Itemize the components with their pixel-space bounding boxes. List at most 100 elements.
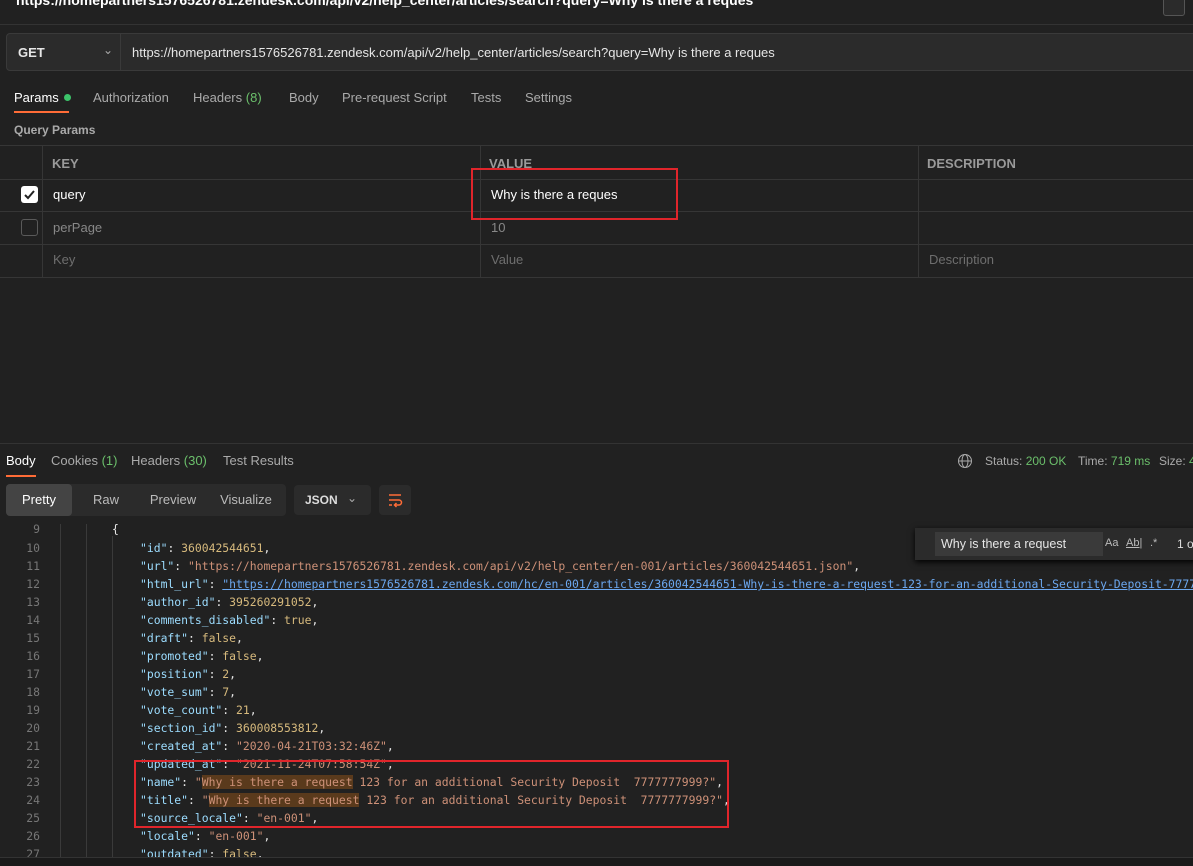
line-number: 24 <box>26 793 40 807</box>
description-header-label: DESCRIPTION <box>927 156 1016 171</box>
format-raw[interactable]: Raw <box>72 484 140 516</box>
format-pretty[interactable]: Pretty <box>6 484 72 516</box>
indent-guide <box>112 536 113 857</box>
code-line: "html_url": "https://homepartners1576526… <box>140 577 1193 591</box>
line-number: 18 <box>26 685 40 699</box>
line-number: 27 <box>26 847 40 857</box>
param-key: query <box>53 187 86 202</box>
params-active-dot <box>63 94 71 101</box>
status-label: Status: <box>985 454 1023 468</box>
find-match-count: 1 of <box>1177 537 1193 551</box>
tab-headers[interactable]: Headers (8) <box>193 90 262 105</box>
globe-icon[interactable] <box>957 453 973 472</box>
tab-prerequest-script[interactable]: Pre-request Script <box>342 90 447 105</box>
param-key-cell[interactable]: query <box>42 178 480 211</box>
tab-settings[interactable]: Settings <box>525 90 572 105</box>
key-placeholder: Key <box>53 252 76 267</box>
url-value: https://homepartners1576526781.zendesk.c… <box>132 45 775 60</box>
regex-icon[interactable]: .* <box>1150 537 1157 549</box>
response-tab-body[interactable]: Body <box>6 453 36 468</box>
code-line: "section_id": 360008553812, <box>140 721 326 735</box>
response-tab-test-results[interactable]: Test Results <box>223 453 294 468</box>
response-tab-cookies-count: (1) <box>101 453 118 468</box>
code-line: "promoted": false, <box>140 649 264 663</box>
chevron-down-icon: ⌄ <box>103 43 114 57</box>
code-line: "vote_sum": 7, <box>140 685 237 699</box>
row-checkbox[interactable] <box>21 219 38 236</box>
highlight-box-name-title <box>134 760 729 828</box>
window-title-strip: https://homepartners1576526781.zendesk.c… <box>0 0 1193 25</box>
row-checkbox[interactable] <box>21 186 38 203</box>
line-number: 12 <box>26 577 40 591</box>
tab-params[interactable]: Params <box>14 90 71 105</box>
param-description-cell[interactable] <box>918 178 1193 211</box>
line-number: 15 <box>26 631 40 645</box>
response-status[interactable]: Status: 200 OK <box>985 454 1066 468</box>
response-size[interactable]: Size: 4 <box>1159 454 1193 468</box>
new-description-cell[interactable]: Description <box>918 244 1193 277</box>
line-number: 16 <box>26 649 40 663</box>
format-preview[interactable]: Preview <box>140 484 206 516</box>
code-line: "comments_disabled": true, <box>140 613 319 627</box>
indent-guide <box>60 524 61 857</box>
tab-tests[interactable]: Tests <box>471 90 501 105</box>
response-time[interactable]: Time: 719 ms <box>1078 454 1150 468</box>
code-line: "vote_count": 21, <box>140 703 257 717</box>
line-number: 10 <box>26 541 40 555</box>
response-tab-headers[interactable]: Headers (30) <box>131 453 207 468</box>
key-column-header: KEY <box>42 146 480 179</box>
response-tab-cookies[interactable]: Cookies (1) <box>51 453 117 468</box>
time-label: Time: <box>1078 454 1108 468</box>
indent-guide <box>86 524 87 857</box>
url-input[interactable]: https://homepartners1576526781.zendesk.c… <box>121 33 1193 71</box>
response-tab-cookies-label: Cookies <box>51 453 98 468</box>
match-case-icon[interactable]: Aa <box>1105 537 1118 549</box>
request-title[interactable]: https://homepartners1576526781.zendesk.c… <box>16 0 753 8</box>
format-visualize[interactable]: Visualize <box>210 484 282 516</box>
language-select[interactable]: JSON ⌄ <box>294 485 371 515</box>
query-params-title: Query Params <box>14 123 96 137</box>
status-value: 200 OK <box>1025 454 1067 468</box>
code-line: "author_id": 395260291052, <box>140 595 319 609</box>
format-toggle: Pretty Raw Preview Visualize <box>6 484 286 516</box>
param-value: 10 <box>491 220 506 235</box>
size-value: 4 <box>1189 454 1193 468</box>
line-number: 26 <box>26 829 40 843</box>
code-line: "created_at": "2020-04-21T03:32:46Z", <box>140 739 394 753</box>
tab-body[interactable]: Body <box>289 90 319 105</box>
new-value-cell[interactable]: Value <box>480 244 918 277</box>
find-input[interactable]: Why is there a request <box>935 532 1103 556</box>
language-label: JSON <box>305 493 338 507</box>
response-tab-headers-label: Headers <box>131 453 181 468</box>
code-line: "locale": "en-001", <box>140 829 271 843</box>
code-line: "draft": false, <box>140 631 243 645</box>
new-key-cell[interactable]: Key <box>42 244 480 277</box>
find-query: Why is there a request <box>941 537 1067 551</box>
method-label: GET <box>18 45 45 60</box>
match-word-icon[interactable]: Ab| <box>1126 537 1142 549</box>
code-line: "id": 360042544651, <box>140 541 271 555</box>
code-line: "outdated": false, <box>140 847 264 857</box>
description-column-header: DESCRIPTION <box>918 146 1193 179</box>
tab-authorization[interactable]: Authorization <box>93 90 169 105</box>
line-number: 21 <box>26 739 40 753</box>
code-line: "url": "https://homepartners1576526781.z… <box>140 559 861 573</box>
response-tab-headers-count: (30) <box>183 453 207 468</box>
response-divider[interactable] <box>0 443 1193 444</box>
table-row-new: Key Value Description <box>0 244 1193 278</box>
line-number: 20 <box>26 721 40 735</box>
html-url-link[interactable]: "https://homepartners1576526781.zendesk.… <box>222 577 1193 591</box>
line-number: 19 <box>26 703 40 717</box>
tab-headers-count: (8) <box>245 90 262 105</box>
method-select[interactable]: GET ⌄ <box>6 33 121 71</box>
code-line: { <box>112 524 119 536</box>
save-icon[interactable] <box>1163 0 1185 16</box>
wrap-lines-button[interactable] <box>379 485 411 515</box>
active-tab-underline <box>14 111 69 113</box>
wrap-lines-icon <box>387 492 403 511</box>
tab-headers-label: Headers <box>193 90 243 105</box>
param-description-cell[interactable] <box>918 211 1193 244</box>
find-widget: Why is there a request Aa Ab| .* 1 of <box>915 528 1193 560</box>
param-key-cell[interactable]: perPage <box>42 211 480 244</box>
line-number: 14 <box>26 613 40 627</box>
